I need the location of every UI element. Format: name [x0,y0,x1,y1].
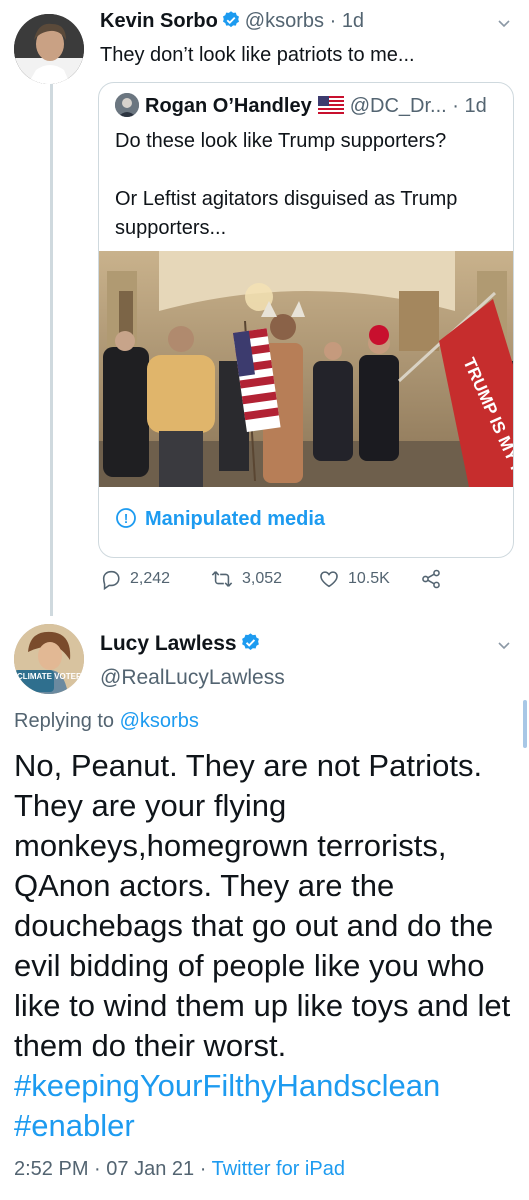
chevron-down-icon[interactable] [495,636,513,659]
retweet-button[interactable]: 3,052 [210,568,282,590]
quote-photo[interactable]: TRUMP IS MY PRESIDENT [99,246,513,557]
tweet-meta: 2:52 PM · 07 Jan 21 · Twitter for iPad [14,1158,345,1181]
quote-author-name[interactable]: Rogan O’Handley [145,95,312,117]
tweet-time[interactable]: 2:52 PM [14,1158,88,1180]
quote-header: Rogan O’Handley @DC_Dr... · 1d [115,93,487,120]
like-button[interactable]: 10.5K [318,568,390,590]
tweet-actions: 2,242 3,052 10.5K [100,568,460,598]
reply-count: 2,242 [130,570,171,587]
svg-text:!: ! [124,511,128,526]
tweet-text: No, Peanut. They are not Patriots. They … [14,746,514,1146]
tweet-header: Kevin Sorbo @ksorbs · 1d [100,10,364,36]
quote-text-line: Do these look like Trump supporters? [115,130,447,152]
tweet-source[interactable]: Twitter for iPad [212,1158,345,1180]
avatar[interactable] [14,14,84,84]
hashtag-link[interactable]: #enabler [14,1108,135,1143]
replying-to: Replying to @ksorbs [14,710,199,733]
quote-author-handle[interactable]: @DC_Dr... [350,95,447,117]
replying-prefix: Replying to [14,710,115,732]
share-button[interactable] [420,568,450,590]
like-icon [320,571,338,588]
avatar-badge-text: CLIMATE VOTER [17,672,82,681]
tweet2-author: Lucy Lawless [100,632,265,659]
verified-badge-icon [240,632,261,659]
author-handle[interactable]: @RealLucyLawless [100,666,285,690]
hashtag-link[interactable]: #keepingYourFilthyHandsclean [14,1068,440,1103]
reply-button[interactable]: 2,242 [100,568,170,590]
replying-to-link[interactable]: @ksorbs [120,710,199,732]
separator: · [199,1158,207,1180]
verified-badge-icon [221,10,241,36]
scrollbar[interactable] [523,700,527,748]
quote-timestamp[interactable]: 1d [464,95,486,117]
tweet-kevin-sorbo[interactable]: Kevin Sorbo @ksorbs · 1d They don’t look … [0,0,529,616]
avatar [115,93,139,117]
manipulated-media-text: Manipulated media [145,508,326,530]
retweet-icon [211,571,233,587]
tweet-text: They don’t look like patriots to me... [100,44,415,66]
timestamp[interactable]: 1d [342,10,364,32]
like-count: 10.5K [348,570,390,587]
avatar[interactable]: CLIMATE VOTER [14,624,84,694]
separator: · [329,10,337,32]
tweet-date[interactable]: 07 Jan 21 [106,1158,194,1180]
author-handle[interactable]: @ksorbs [245,10,324,32]
tweet-body: No, Peanut. They are not Patriots. They … [14,748,511,1063]
separator: · [94,1158,101,1180]
quote-text: Do these look like Trump supporters? Or … [115,127,505,243]
us-flag-icon [317,96,344,120]
retweet-count: 3,052 [242,570,283,587]
author-name[interactable]: Kevin Sorbo [100,10,218,32]
reply-icon [102,570,120,590]
chevron-down-icon[interactable] [495,14,513,37]
separator: · [452,95,459,117]
quote-text-line: Or Leftist agitators disguised as Trump … [115,188,458,239]
quoted-tweet[interactable]: Rogan O’Handley @DC_Dr... · 1d Do these l… [98,82,514,558]
manipulated-media-label[interactable]: ! Manipulated media [115,507,325,535]
share-icon [422,569,440,589]
info-circle-icon: ! [115,507,137,535]
author-name[interactable]: Lucy Lawless [100,632,237,655]
